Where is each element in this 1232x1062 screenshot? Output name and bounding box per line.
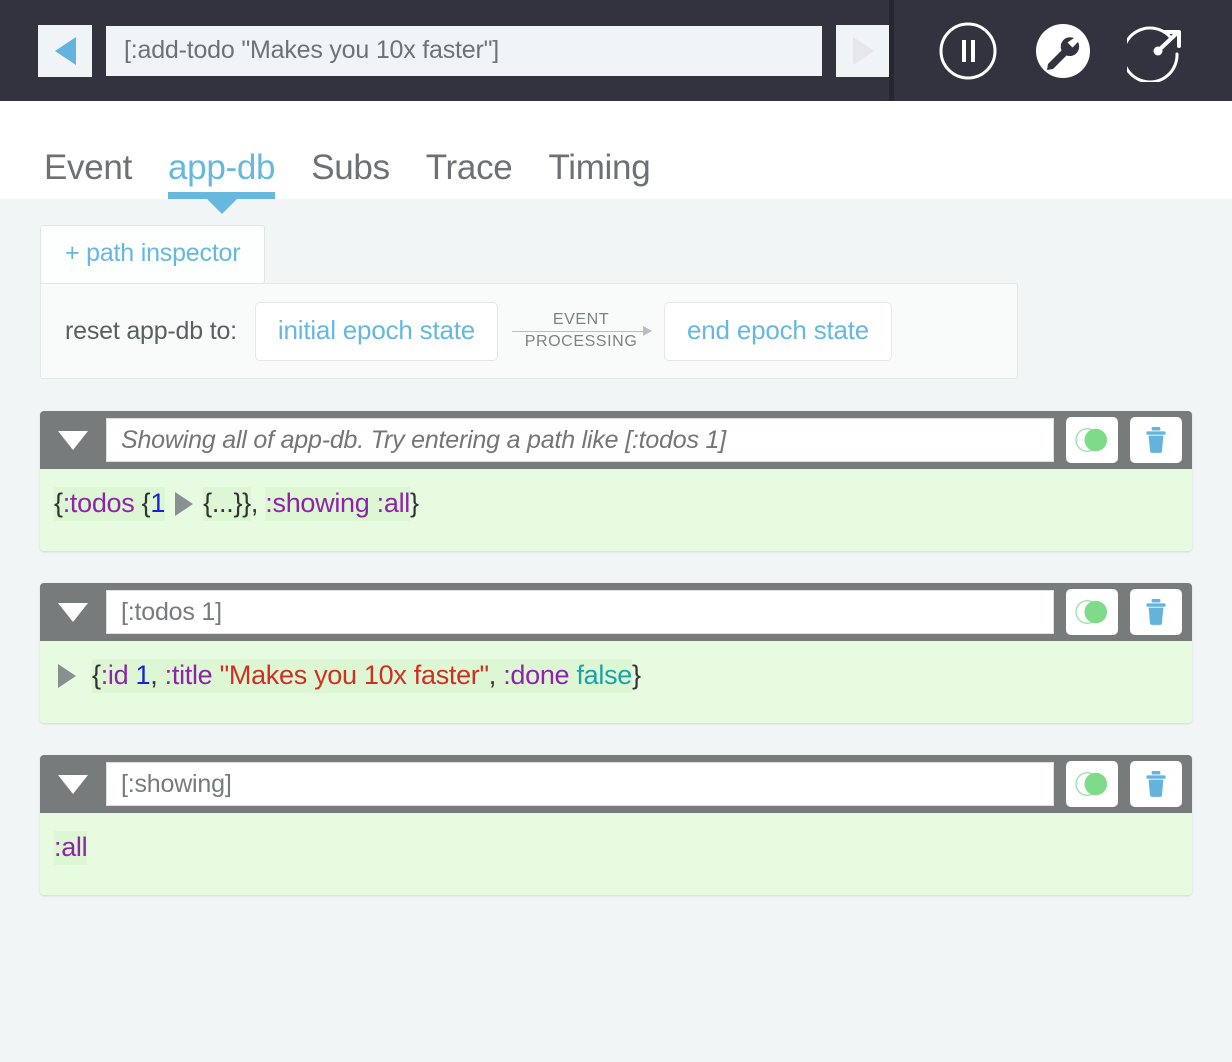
forward-button[interactable] bbox=[836, 24, 890, 77]
path-input[interactable] bbox=[106, 590, 1054, 634]
collapse-triangle-icon[interactable] bbox=[58, 430, 88, 450]
tab-active-pointer-icon bbox=[206, 199, 237, 214]
tab-app-db[interactable]: app-db bbox=[168, 148, 276, 214]
collapse-triangle-icon[interactable] bbox=[58, 602, 88, 622]
edn-token: } bbox=[410, 488, 419, 518]
edn-token: { bbox=[92, 659, 101, 693]
edn-token: "Makes you 10x faster" bbox=[219, 659, 489, 693]
path-input[interactable] bbox=[106, 418, 1054, 462]
edn-token: false bbox=[576, 659, 632, 693]
edn-token: {...}} bbox=[203, 487, 251, 521]
path-inspector-panel: {:id 1, :title "Makes you 10x faster", :… bbox=[40, 583, 1192, 723]
tab-label: Event bbox=[44, 148, 132, 187]
expand-triangle-icon[interactable] bbox=[175, 491, 194, 516]
pause-icon[interactable] bbox=[937, 20, 999, 82]
path-input[interactable] bbox=[106, 762, 1054, 806]
top-bar bbox=[0, 0, 1232, 101]
edn-token: :title bbox=[164, 659, 213, 693]
initial-epoch-state-button[interactable]: initial epoch state bbox=[254, 301, 499, 361]
path-inspector-header bbox=[40, 583, 1192, 641]
edn-token bbox=[128, 659, 136, 693]
reset-label: reset app-db to: bbox=[65, 316, 237, 345]
trash-icon[interactable] bbox=[1130, 589, 1182, 635]
edn-token: :all bbox=[376, 487, 410, 521]
edn-token: :todos bbox=[62, 487, 135, 521]
trash-icon[interactable] bbox=[1130, 761, 1182, 807]
add-path-inspector-button[interactable]: + path inspector bbox=[40, 225, 266, 284]
external-link-icon[interactable] bbox=[1127, 20, 1189, 82]
edn-token bbox=[212, 659, 220, 693]
event-nav-section bbox=[0, 0, 890, 101]
path-inspector-value: {:id 1, :title "Makes you 10x faster", :… bbox=[40, 641, 1192, 723]
tab-trace[interactable]: Trace bbox=[426, 150, 513, 199]
arrow-label-top: EVENT bbox=[552, 311, 610, 329]
edn-token: :done bbox=[503, 659, 570, 693]
path-inspector-value: :all bbox=[40, 813, 1192, 895]
edn-value: :all bbox=[54, 831, 1178, 865]
#7ddb8a bbox=[1075, 428, 1108, 452]
tab-timing[interactable]: Timing bbox=[548, 150, 650, 199]
edn-token: { bbox=[54, 487, 63, 521]
edn-token: :all bbox=[54, 831, 88, 865]
back-arrow-icon bbox=[54, 36, 76, 65]
arrow-label-bottom: PROCESSING bbox=[524, 333, 638, 350]
edn-token: { bbox=[134, 487, 151, 521]
edn-token bbox=[569, 659, 577, 693]
overlapping-circles-icon[interactable] bbox=[1066, 417, 1118, 463]
#7ddb8a bbox=[1075, 600, 1108, 624]
collapse-triangle-icon[interactable] bbox=[58, 774, 88, 794]
event-input[interactable] bbox=[106, 25, 822, 76]
edn-token: , bbox=[488, 659, 504, 693]
forward-arrow-icon bbox=[852, 36, 874, 65]
event-processing-arrow: EVENT PROCESSING bbox=[502, 309, 660, 352]
arrow-head-icon bbox=[643, 326, 653, 336]
edn-token: :id bbox=[100, 659, 129, 693]
tab-label: Timing bbox=[548, 148, 651, 187]
#7ddb8a bbox=[1075, 772, 1108, 796]
tab-label: Trace bbox=[425, 148, 513, 187]
app-db-panel: + path inspector reset app-db to: initia… bbox=[0, 199, 1232, 1062]
tab-label: Subs bbox=[311, 148, 390, 187]
wrench-icon[interactable] bbox=[1032, 20, 1094, 82]
overlapping-circles-icon[interactable] bbox=[1066, 589, 1118, 635]
end-epoch-state-button[interactable]: end epoch state bbox=[664, 301, 893, 361]
path-inspector-list: {:todos {1{...}}, :showing :all}{:id 1, … bbox=[40, 411, 1192, 895]
overlapping-circles-icon[interactable] bbox=[1066, 761, 1118, 807]
back-button[interactable] bbox=[38, 24, 92, 77]
topbar-icon-group bbox=[894, 0, 1232, 101]
edn-value: {:todos {1 {...}}, :showing :all} bbox=[54, 487, 1178, 521]
reset-app-db-row: reset app-db to: initial epoch state EVE… bbox=[40, 283, 1018, 379]
tab-bar: Event app-db Subs Trace Timing bbox=[0, 101, 1232, 214]
edn-token: } bbox=[632, 660, 641, 690]
edn-token: 1 bbox=[150, 487, 165, 521]
edn-token: , bbox=[250, 488, 266, 518]
edn-token: , bbox=[150, 659, 165, 693]
edn-value: {:id 1, :title "Makes you 10x faster", :… bbox=[54, 659, 1178, 693]
arrow-line bbox=[512, 331, 651, 332]
path-inspector-value: {:todos {1 {...}}, :showing :all} bbox=[40, 469, 1192, 551]
tab-active-underline bbox=[168, 192, 276, 199]
edn-token: 1 bbox=[135, 659, 151, 693]
path-inspector-panel: :all bbox=[40, 755, 1192, 895]
tab-subs[interactable]: Subs bbox=[311, 150, 390, 199]
edn-token: :showing bbox=[265, 487, 370, 521]
path-inspector-header bbox=[40, 411, 1192, 469]
edn-token bbox=[369, 487, 377, 521]
path-inspector-header bbox=[40, 755, 1192, 813]
expand-triangle-icon[interactable] bbox=[58, 663, 76, 688]
trash-icon[interactable] bbox=[1130, 417, 1182, 463]
tab-label: app-db bbox=[168, 148, 276, 187]
path-inspector-panel: {:todos {1 {...}}, :showing :all} bbox=[40, 411, 1192, 551]
tab-event[interactable]: Event bbox=[44, 150, 132, 199]
